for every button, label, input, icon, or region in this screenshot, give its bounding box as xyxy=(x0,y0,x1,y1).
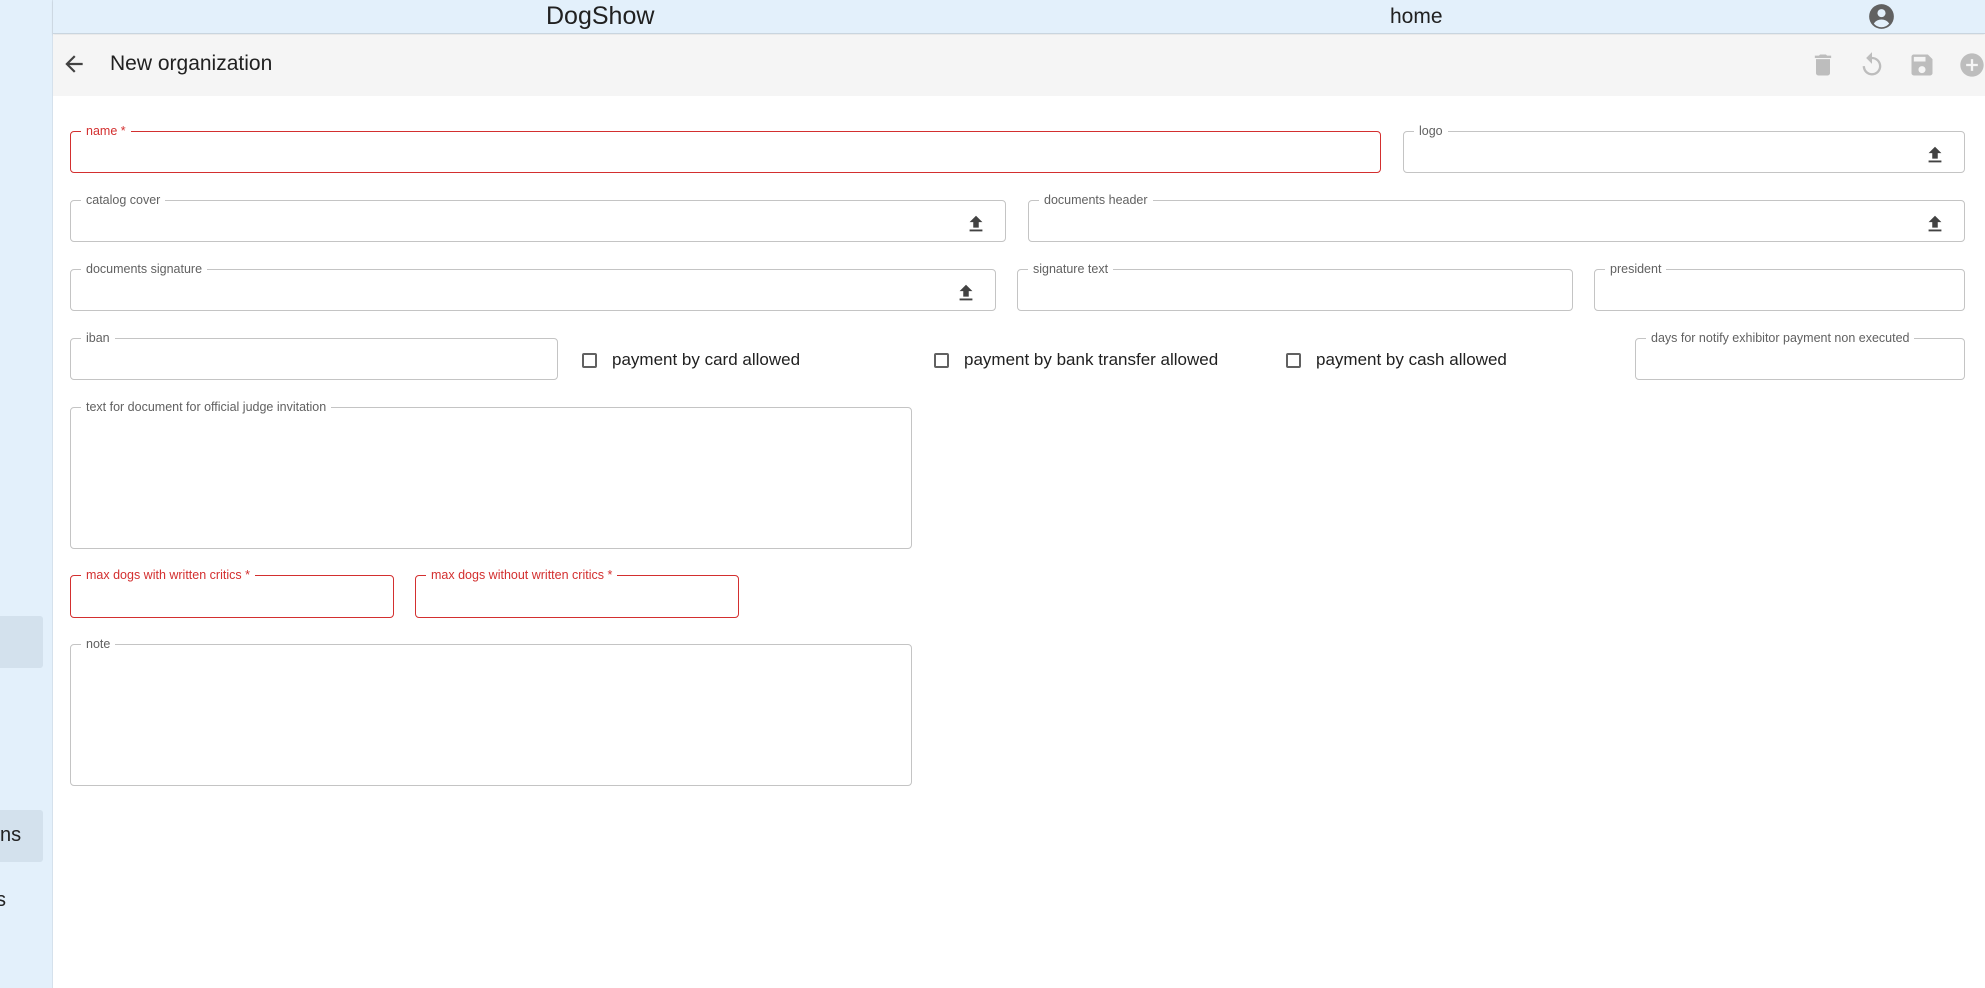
delete-icon[interactable] xyxy=(1809,51,1837,79)
note-textarea[interactable]: note xyxy=(70,637,912,786)
president-label: president xyxy=(1605,262,1667,277)
documents-signature-field[interactable]: documents signature xyxy=(70,262,996,311)
upload-icon[interactable] xyxy=(955,282,977,304)
days-notify-label: days for notify exhibitor payment non ex… xyxy=(1646,331,1915,346)
add-icon[interactable] xyxy=(1958,51,1985,79)
iban-label: iban xyxy=(81,331,115,346)
payment-bank-label: payment by bank transfer allowed xyxy=(964,350,1219,369)
iban-field[interactable]: iban xyxy=(70,331,558,380)
checkbox-box[interactable] xyxy=(1286,352,1301,368)
max-dogs-without-critics-field[interactable]: max dogs without written critics * xyxy=(415,568,739,618)
payment-card-label: payment by card allowed xyxy=(612,350,801,369)
checkbox-box[interactable] xyxy=(582,352,597,368)
logo-label: logo xyxy=(1414,124,1448,139)
app-brand[interactable]: DogShow xyxy=(546,2,654,31)
payment-card-checkbox[interactable]: payment by card allowed xyxy=(582,350,800,370)
save-icon[interactable] xyxy=(1908,51,1936,79)
upload-icon[interactable] xyxy=(965,213,987,235)
upload-icon[interactable] xyxy=(1924,144,1946,166)
documents-header-field[interactable]: documents header xyxy=(1028,193,1965,242)
documents-signature-label: documents signature xyxy=(81,262,208,277)
signature-text-label: signature text xyxy=(1028,262,1114,277)
signature-text-field[interactable]: signature text xyxy=(1017,262,1573,311)
max-dogs-with-critics-label: max dogs with written critics * xyxy=(81,568,255,583)
upload-icon[interactable] xyxy=(1924,213,1946,235)
payment-bank-checkbox[interactable]: payment by bank transfer allowed xyxy=(934,350,1218,370)
payment-cash-label: payment by cash allowed xyxy=(1316,350,1507,369)
sidebar-item-selected[interactable] xyxy=(0,616,43,668)
checkbox-box[interactable] xyxy=(934,352,949,368)
home-link[interactable]: home xyxy=(1390,5,1443,29)
name-label: name * xyxy=(81,124,131,139)
arrow-back-icon[interactable] xyxy=(61,51,87,77)
sidebar: ns s xyxy=(0,0,53,988)
max-dogs-with-critics-field[interactable]: max dogs with written critics * xyxy=(70,568,394,618)
undo-icon[interactable] xyxy=(1858,51,1886,79)
sidebar-item-label[interactable]: s xyxy=(0,889,6,912)
catalog-cover-field[interactable]: catalog cover xyxy=(70,193,1006,242)
max-dogs-without-critics-label: max dogs without written critics * xyxy=(426,568,618,583)
note-label: note xyxy=(81,637,116,652)
sidebar-item-label: ns xyxy=(0,824,22,846)
app-bar: DogShow home xyxy=(53,0,1985,34)
judge-invitation-textarea[interactable]: text for document for official judge inv… xyxy=(70,400,912,549)
judge-invitation-label: text for document for official judge inv… xyxy=(81,400,332,415)
catalog-cover-label: catalog cover xyxy=(81,193,166,208)
president-field[interactable]: president xyxy=(1594,262,1965,311)
documents-header-label: documents header xyxy=(1039,193,1153,208)
payment-cash-checkbox[interactable]: payment by cash allowed xyxy=(1286,350,1507,370)
logo-field[interactable]: logo xyxy=(1403,124,1965,173)
page-toolbar: New organization xyxy=(53,35,1985,96)
days-notify-field[interactable]: days for notify exhibitor payment non ex… xyxy=(1635,331,1965,380)
page-title: New organization xyxy=(110,52,273,75)
name-field[interactable]: name * xyxy=(70,124,1381,173)
account-circle-icon[interactable] xyxy=(1868,3,1895,30)
sidebar-item-organizations[interactable]: ns xyxy=(0,810,43,862)
